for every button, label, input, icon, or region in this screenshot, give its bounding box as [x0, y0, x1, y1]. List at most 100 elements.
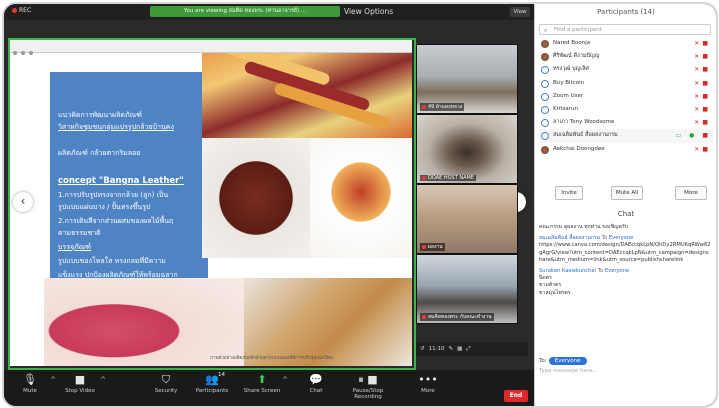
chat-icon: 💬	[309, 373, 323, 386]
video-tile[interactable]: 49 ผ้าแดงหลวง	[416, 44, 518, 114]
chevron-up-icon[interactable]: ^	[100, 376, 106, 384]
chat-button[interactable]: 💬 Chat	[292, 372, 340, 394]
chat-recipient: To: Everyone	[539, 357, 587, 365]
participant-row[interactable]: สมเฉลิมพันธ์ สื่อผลงานกรม ▭ ● ■	[539, 129, 713, 143]
chat-message-body[interactable]: https://www.canva.com/design/DAEccqkLpN/…	[539, 242, 711, 264]
muted-icon: ✕■	[694, 53, 711, 61]
participant-count-badge: 14	[218, 372, 225, 378]
participant-row[interactable]: Aekchai Doongdee ✕■	[539, 143, 713, 156]
invite-button[interactable]: Invite	[555, 186, 583, 200]
chat-message-sender: Surakan Kaewkunchai To Everyone	[539, 268, 630, 275]
participant-row[interactable]: Buy Bitcoin ✕■	[539, 77, 713, 90]
participants-button[interactable]: 👥 Participants 14	[188, 372, 236, 394]
muted-mic-icon	[422, 104, 426, 109]
participant-row[interactable]: Kritsarun ✕■	[539, 103, 713, 116]
mute-button[interactable]: 🎙 Mute ^	[6, 372, 56, 394]
avatar	[541, 105, 549, 114]
participant-actions: Invite Mute All More	[539, 186, 713, 200]
share-screen-button[interactable]: ⬆ Share Screen ^	[238, 372, 288, 394]
chevron-left-icon: ‹	[20, 194, 26, 208]
product-photo-sheet	[44, 278, 244, 366]
muted-icon: ✕■	[694, 66, 711, 74]
record-dot-icon	[12, 8, 17, 13]
chat-message-body: คณะกรรม ดูผลงาน ทุกท่าน ขอเชิญครับ	[539, 224, 629, 230]
side-panel: Participants (14) ⌕ Find a participant Na…	[534, 4, 716, 406]
recipient-dropdown[interactable]: Everyone	[548, 357, 587, 365]
participant-search-input[interactable]: ⌕ Find a participant	[539, 24, 711, 35]
more-icon: •••	[418, 373, 438, 386]
participant-row[interactable]: Zoom User ✕■	[539, 90, 713, 103]
top-bar: REC You are viewing สมคิด ทองพระ (ท่านอา…	[4, 4, 534, 20]
stop-video-button[interactable]: ■ Stop Video ^	[56, 372, 106, 394]
presentation-slide: แนวคิดการพัฒนาผลิตภัณฑ์ วิสาหกิจชุมชนกลุ…	[10, 40, 412, 366]
video-icon: ■	[74, 373, 86, 386]
participant-row[interactable]: ลาเภา Tony Woodsome ✕■	[539, 116, 713, 129]
video-name: ผลงาน	[428, 244, 443, 250]
chat-input[interactable]: Type message here...	[539, 368, 711, 374]
slide-line: ตามธรรมชาติ	[58, 229, 101, 237]
slide-line: concept "Bangna Leather"	[58, 176, 184, 186]
video-name: DOAE HOST NAME	[428, 175, 475, 181]
more-button[interactable]: ••• More	[404, 372, 452, 394]
end-meeting-button[interactable]: End	[504, 390, 528, 402]
slide-window-bar	[10, 40, 412, 55]
video-tile[interactable]: DOAE HOST NAME	[416, 114, 518, 184]
slide-line: 2.การเติมสีจากส่วนผสมของผลไม้พื้นฤ	[58, 217, 174, 225]
meeting-toolbar: 🎙 Mute ^ ■ Stop Video ^ ⛉ Security 👥 Participa…	[4, 370, 534, 406]
participant-row[interactable]: ทรงวุฒิ บุญเลิศ ✕■	[539, 63, 713, 76]
chat-title: Chat	[617, 210, 635, 218]
avatar	[541, 40, 549, 48]
pause-recording-button[interactable]: ⏸ ■ Pause/Stop Recording	[340, 372, 396, 400]
chevron-up-icon[interactable]: ^	[282, 376, 288, 384]
participant-row[interactable]: ศิริพัฒน์ ดีงามปัญญ ✕■	[539, 50, 713, 63]
mute-all-button[interactable]: Mute All	[611, 186, 643, 200]
participants-title: Participants (14)	[597, 8, 655, 16]
view-button[interactable]: View	[510, 7, 530, 17]
replay-icon[interactable]: ↺	[420, 346, 425, 352]
zoom-window: REC You are viewing สมคิด ทองพระ (ท่านอา…	[2, 2, 718, 408]
video-name: สมคิดทองพระ กับคณะทำงาน	[428, 314, 492, 320]
unmuted-icon: ▭ ● ■	[675, 132, 711, 140]
slide-caption: ภาพตัวอย่างผลิตภัณฑ์กล้วยตากแบบแผ่นที่มี…	[210, 356, 333, 361]
muted-icon: ✕■	[694, 92, 711, 100]
avatar	[541, 53, 549, 62]
slide-line: 1.การปรับรูปทรงจากกล้วย (ลูก) เป็น	[58, 191, 169, 199]
product-photo-rolls	[202, 40, 412, 138]
video-name: 49 ผ้าแดงหลวง	[428, 104, 463, 110]
slide-line: แนวคิดการพัฒนาผลิตภัณฑ์	[58, 111, 142, 119]
muted-mic-icon	[422, 314, 426, 319]
avatar	[541, 132, 549, 141]
chat-message-body: ปิดตร ขามตัวตร ขาสมุนไพรตร	[539, 275, 571, 296]
video-tile[interactable]: ผลงาน	[416, 184, 518, 254]
search-icon: ⌕	[544, 27, 548, 34]
view-options-button[interactable]: View Options	[344, 7, 393, 16]
muted-icon: ✕■	[694, 79, 711, 87]
people-icon: 👥	[205, 373, 219, 386]
mic-icon: 🎙	[23, 373, 37, 386]
avatar	[541, 79, 549, 88]
participant-row[interactable]: Nared Boonja ✕■	[539, 37, 713, 50]
participant-list: Nared Boonja ✕■ ศิริพัฒน์ ดีงามปัญญ ✕■ ทรง…	[539, 37, 713, 156]
video-tile[interactable]: สมคิดทองพระ กับคณะทำงาน	[416, 254, 518, 324]
expand-icon[interactable]: ⤢	[466, 346, 470, 352]
grid-icon[interactable]: ▦	[457, 346, 462, 352]
product-photo-pieces	[244, 278, 412, 366]
avatar	[541, 119, 549, 128]
share-icon: ⬆	[257, 373, 267, 386]
recording-indicator: REC	[12, 7, 31, 14]
slide-line: รูปแบบแผ่นบาง / ปั้นทรงขึ้นรูป	[58, 203, 151, 211]
slide-line: ผลิตภัณฑ์ กล้วยตากริมลอย	[58, 149, 141, 157]
muted-mic-icon	[422, 244, 426, 249]
record-icon: ⏸ ■	[358, 373, 378, 386]
draw-icon[interactable]: ✎	[448, 346, 453, 352]
slide-line: วิสาหกิจชุมชนกลุ่มแปรรูปกล้วยบ้านคง	[58, 123, 174, 131]
mini-controls[interactable]: ↺ 11:10 ✎ ▦ ⤢	[416, 342, 528, 356]
prev-page-button[interactable]: ‹	[13, 192, 33, 212]
muted-icon: ✕■	[694, 40, 711, 47]
more-participants-button[interactable]: More	[675, 186, 707, 200]
mini-time: 11:10	[428, 346, 445, 352]
avatar	[541, 145, 549, 154]
window-dot-icon	[21, 51, 25, 55]
window-dot-icon	[29, 51, 33, 55]
security-button[interactable]: ⛉ Security	[142, 372, 190, 394]
